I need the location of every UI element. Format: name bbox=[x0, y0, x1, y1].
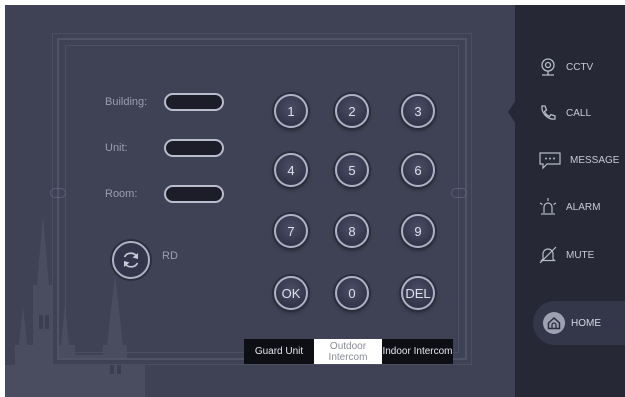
sidebar-item-label: CCTV bbox=[566, 61, 594, 73]
key-4[interactable]: 4 bbox=[274, 153, 308, 187]
key-1[interactable]: 1 bbox=[274, 94, 308, 128]
tab-outdoor-intercom[interactable]: Outdoor Intercom bbox=[314, 339, 382, 364]
room-field[interactable] bbox=[164, 185, 224, 203]
tab-indoor-intercom[interactable]: Indoor Intercom bbox=[382, 339, 453, 364]
home-button[interactable]: HOME bbox=[533, 301, 625, 345]
sidebar-item-call[interactable]: CALL bbox=[538, 103, 591, 123]
sidebar-item-label: CALL bbox=[566, 107, 592, 119]
key-9[interactable]: 9 bbox=[401, 214, 435, 248]
key-7[interactable]: 7 bbox=[274, 214, 308, 248]
sidebar-item-cctv[interactable]: CCTV bbox=[538, 57, 593, 77]
key-0[interactable]: 0 bbox=[335, 276, 369, 310]
key-ok[interactable]: OK bbox=[274, 276, 308, 310]
key-3[interactable]: 3 bbox=[401, 94, 435, 128]
key-5[interactable]: 5 bbox=[335, 153, 369, 187]
sidebar-item-label: ALARM bbox=[566, 201, 601, 213]
key-6[interactable]: 6 bbox=[401, 153, 435, 187]
rd-button[interactable] bbox=[112, 241, 150, 279]
home-label: HOME bbox=[571, 317, 601, 329]
rd-label: RD bbox=[162, 250, 178, 262]
room-label: Room: bbox=[105, 188, 138, 200]
alarm-light-icon bbox=[539, 198, 557, 215]
building-label: Building: bbox=[105, 96, 148, 108]
unit-field[interactable] bbox=[164, 139, 224, 157]
intercom-screen: Building: Unit: Room: RD 1 2 3 4 5 6 7 8… bbox=[5, 5, 625, 397]
frame-knot bbox=[50, 188, 66, 198]
sidebar-item-mute[interactable]: MUTE bbox=[538, 245, 594, 265]
sidebar-item-message[interactable]: MESSAGE bbox=[538, 150, 619, 170]
unit-label: Unit: bbox=[105, 142, 128, 154]
bell-muted-icon bbox=[539, 246, 557, 264]
intercom-type-tabs: Guard Unit Outdoor Intercom Indoor Inter… bbox=[244, 339, 453, 364]
phone-icon bbox=[541, 105, 556, 120]
chat-bubble-icon bbox=[539, 152, 561, 170]
sidebar-item-label: MUTE bbox=[566, 249, 595, 261]
main-panel: Building: Unit: Room: RD 1 2 3 4 5 6 7 8… bbox=[5, 5, 515, 397]
tab-guard-unit[interactable]: Guard Unit bbox=[244, 339, 314, 364]
home-icon bbox=[543, 312, 565, 334]
key-del[interactable]: DEL bbox=[401, 276, 435, 310]
building-field[interactable] bbox=[164, 93, 224, 111]
sidebar-item-label: MESSAGE bbox=[570, 154, 620, 166]
sidebar-item-alarm[interactable]: ALARM bbox=[538, 197, 600, 217]
key-2[interactable]: 2 bbox=[335, 94, 369, 128]
camera-icon bbox=[541, 58, 555, 76]
refresh-icon bbox=[123, 252, 139, 268]
key-8[interactable]: 8 bbox=[335, 214, 369, 248]
frame-knot bbox=[451, 188, 467, 198]
